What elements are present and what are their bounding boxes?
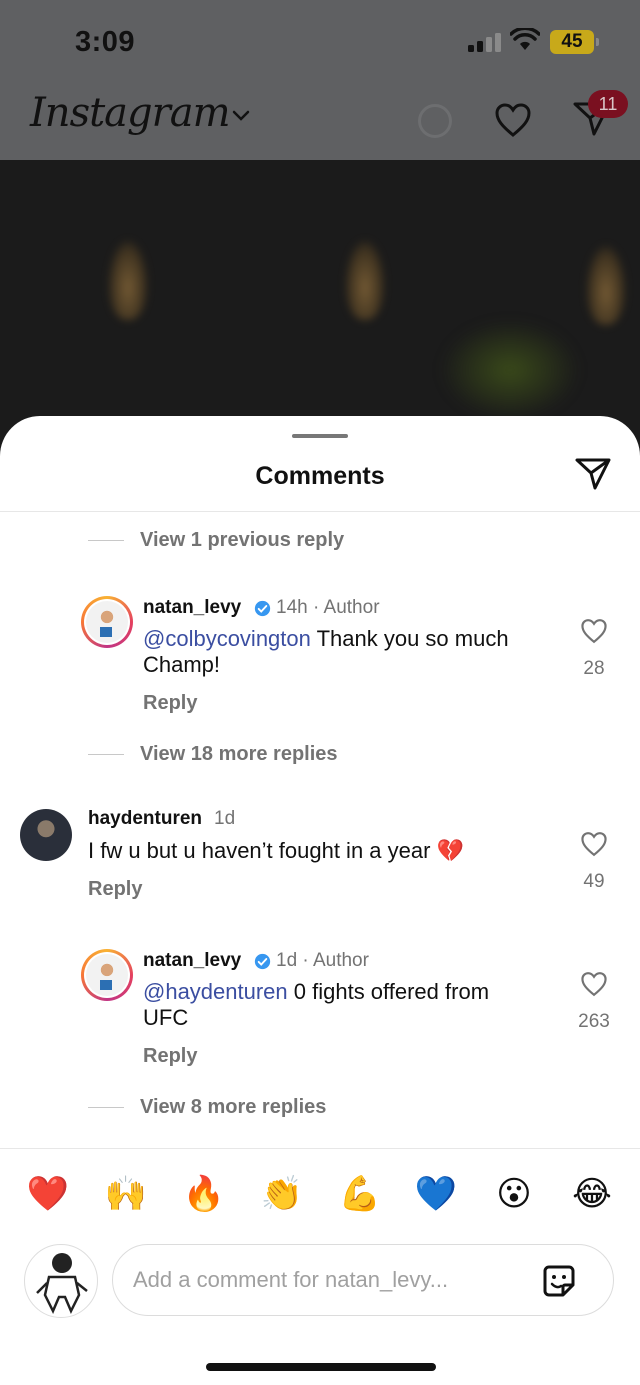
dm-unread-badge: 11 [588,90,628,118]
heart-icon[interactable] [580,831,608,857]
comment-meta: 1d [214,808,236,829]
home-indicator[interactable] [206,1363,436,1371]
reply-button[interactable]: Reply [143,1045,197,1068]
avatar[interactable] [20,809,72,861]
like-count: 263 [578,1011,610,1032]
divider [88,1107,124,1108]
divider [0,511,640,512]
divider [88,754,124,755]
avatar[interactable] [81,596,133,648]
reply-button[interactable]: Reply [143,692,197,715]
like-count: 49 [583,871,605,892]
view-previous-replies-button[interactable]: View 1 previous reply [140,529,344,552]
comment-body: Champ! [143,652,221,677]
emoji-clapping[interactable]: 👏 [260,1174,304,1214]
comment-text: @haydenturen 0 fights offered from UFC [143,979,553,1031]
instagram-header: Instagram 11 [0,80,640,160]
comment-username[interactable]: natan_levy [143,597,241,619]
emoji-red-heart[interactable]: ❤️ [26,1174,70,1214]
comment-body: 0 fights offered from [287,979,490,1004]
comments-sheet: Comments View 1 previous reply natan_lev… [0,416,640,1385]
divider [0,1148,640,1149]
emoji-laughing[interactable]: 😂 [570,1174,614,1214]
activity-heart-icon[interactable] [494,102,532,138]
emoji-fire[interactable]: 🔥 [182,1174,226,1214]
comment-composer [112,1244,614,1316]
post-video [0,160,640,460]
comment-input[interactable] [133,1263,533,1297]
comment-username[interactable]: haydenturen [88,808,202,830]
avatar[interactable] [81,949,133,1001]
battery-indicator: 45 [550,30,599,54]
emoji-raised-hands[interactable]: 🙌 [104,1174,148,1214]
user-avatar-drawing [36,1253,88,1314]
view-more-replies-button[interactable]: View 18 more replies [140,743,338,766]
avatar[interactable] [24,1244,98,1318]
sheet-grabber[interactable] [292,434,348,438]
verified-badge-icon [254,600,271,617]
status-bar: 3:09 45 [0,0,640,80]
heart-icon[interactable] [580,618,608,644]
comment-meta: 14h · Author [276,597,380,618]
comment-text: @colbycovington Thank you so much Champ! [143,626,553,678]
verified-badge-icon [254,953,271,970]
comment-meta: 1d · Author [276,950,369,971]
comment-username[interactable]: natan_levy [143,950,241,972]
comment-body: Thank you so much [310,626,509,651]
heart-icon[interactable] [580,971,608,997]
mention-link[interactable]: @haydenturen [143,979,288,1004]
emoji-blue-heart[interactable]: 💙 [414,1174,458,1214]
reply-button[interactable]: Reply [88,878,142,901]
loading-spinner-icon [418,104,452,138]
comment-body: UFC [143,1005,189,1030]
mention-link[interactable]: @colbycovington [143,626,311,651]
like-count: 28 [583,658,605,679]
cellular-signal-icon [468,32,502,52]
sheet-title: Comments [255,462,385,490]
instagram-logo[interactable]: Instagram [30,90,231,136]
status-time: 3:09 [75,26,136,58]
sticker-icon[interactable] [539,1261,579,1301]
chevron-down-icon[interactable] [232,110,250,122]
paper-plane-icon[interactable] [574,456,612,492]
emoji-flexed-bicep[interactable]: 💪 [338,1174,382,1214]
comment-text: I fw u but u haven’t fought in a year 💔 [88,838,464,863]
emoji-surprised[interactable]: 😮 [492,1174,536,1214]
divider [88,540,124,541]
wifi-icon [510,28,540,50]
view-more-replies-button[interactable]: View 8 more replies [140,1096,326,1119]
